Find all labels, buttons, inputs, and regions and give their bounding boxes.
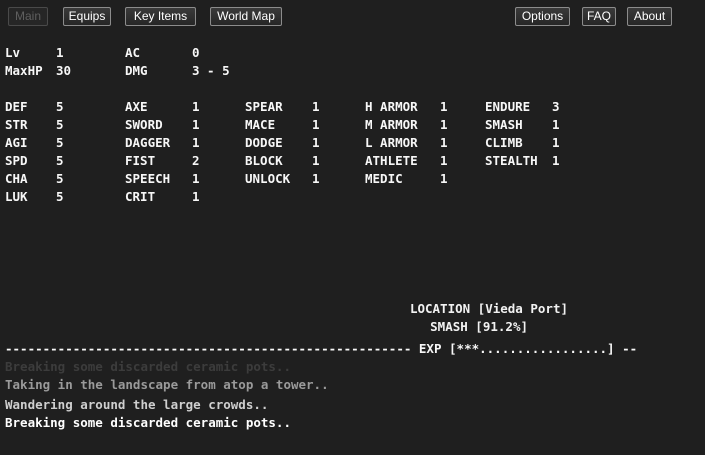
stat-label: SMASH (485, 117, 523, 132)
stat-value: 1 (312, 153, 320, 168)
stat-label: SPD (5, 153, 28, 168)
stat-label: L ARMOR (365, 135, 418, 150)
exp-bar: ----------------------------------------… (5, 341, 638, 356)
stat-label: MEDIC (365, 171, 403, 186)
options-button[interactable]: Options (515, 7, 570, 26)
stat-label: CHA (5, 171, 28, 186)
stat-value: 5 (56, 99, 64, 114)
stat-label: BLOCK (245, 153, 283, 168)
faq-button[interactable]: FAQ (582, 7, 616, 26)
stat-label: DAGGER (125, 135, 171, 150)
stat-value: 1 (192, 189, 200, 204)
stat-value: 5 (56, 189, 64, 204)
stat-value: 1 (192, 135, 200, 150)
stat-value: 1 (192, 99, 200, 114)
equips-button[interactable]: Equips (63, 7, 111, 26)
stat-label: DEF (5, 99, 28, 114)
stat-label: MACE (245, 117, 276, 132)
stat-label: AGI (5, 135, 28, 150)
stat-value: 1 (552, 117, 560, 132)
stat-label: CRIT (125, 189, 156, 204)
stat-label: LUK (5, 189, 28, 204)
log-line-3: Wandering around the large crowds.. (5, 397, 269, 412)
key-items-button[interactable]: Key Items (125, 7, 196, 26)
stat-value: 1 (552, 153, 560, 168)
stat-value: 5 (56, 171, 64, 186)
log-line-2: Taking in the landscape from atop a towe… (5, 377, 329, 392)
stat-label: SPEECH (125, 171, 171, 186)
stat-label: UNLOCK (245, 171, 291, 186)
lv-label: Lv (5, 45, 21, 60)
stat-value: 2 (192, 153, 200, 168)
stat-value: 1 (440, 99, 448, 114)
stat-value: 1 (192, 117, 200, 132)
activity-progress-readout: SMASH [91.2%] (430, 319, 528, 334)
maxhp-value: 30 (56, 63, 72, 78)
stat-value: 1 (312, 99, 320, 114)
stat-label: ENDURE (485, 99, 531, 114)
stat-label: STR (5, 117, 28, 132)
lv-value: 1 (56, 45, 64, 60)
maxhp-label: MaxHP (5, 63, 43, 78)
stat-label: ATHLETE (365, 153, 418, 168)
stat-label: AXE (125, 99, 148, 114)
stat-label: SWORD (125, 117, 163, 132)
dmg-label: DMG (125, 63, 148, 78)
main-tab-button[interactable]: Main (8, 7, 48, 26)
about-button[interactable]: About (627, 7, 672, 26)
stat-value: 3 (552, 99, 560, 114)
log-line-4: Breaking some discarded ceramic pots.. (5, 415, 291, 430)
stat-label: SPEAR (245, 99, 283, 114)
stat-label: FIST (125, 153, 156, 168)
stat-value: 5 (56, 135, 64, 150)
stat-label: DODGE (245, 135, 283, 150)
stat-value: 1 (552, 135, 560, 150)
stat-value: 5 (56, 117, 64, 132)
stat-value: 1 (312, 171, 320, 186)
stat-label: M ARMOR (365, 117, 418, 132)
dmg-value: 3 - 5 (192, 63, 230, 78)
stat-label: H ARMOR (365, 99, 418, 114)
stat-value: 1 (440, 171, 448, 186)
world-map-button[interactable]: World Map (210, 7, 282, 26)
stat-value: 1 (440, 153, 448, 168)
stat-value: 1 (312, 135, 320, 150)
stat-label: CLIMB (485, 135, 523, 150)
location-readout: LOCATION [Vieda Port] (409, 301, 568, 316)
ac-label: AC (125, 45, 141, 60)
stat-value: 5 (56, 153, 64, 168)
log-line-1: Breaking some discarded ceramic pots.. (5, 359, 291, 374)
stat-value: 1 (440, 117, 448, 132)
stat-value: 1 (192, 171, 200, 186)
stat-value: 1 (440, 135, 448, 150)
stat-label: STEALTH (485, 153, 538, 168)
stat-value: 1 (312, 117, 320, 132)
ac-value: 0 (192, 45, 200, 60)
